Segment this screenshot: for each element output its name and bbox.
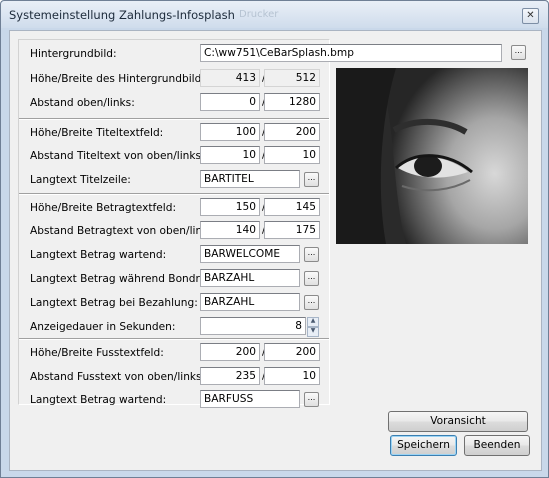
amount-width-field[interactable]: 145: [264, 198, 320, 216]
background-image-label: Hintergrundbild:: [30, 48, 117, 60]
title-offset-left-field[interactable]: 10: [264, 146, 320, 164]
duration-spinner[interactable]: ▲ ▼: [307, 317, 319, 337]
amount-size-label: Höhe/Breite Betragtextfeld:: [30, 202, 177, 214]
background-window-title: Drucker: [239, 9, 279, 20]
amount-waiting-field[interactable]: BARWELCOME: [200, 245, 300, 263]
splash-preview-image: [336, 68, 528, 244]
footer-offset-left-field[interactable]: 10: [264, 367, 320, 385]
amount-waiting-label: Langtext Betrag wartend:: [30, 249, 167, 261]
amount-height-field[interactable]: 150: [200, 198, 260, 216]
amount-offset-left-field[interactable]: 175: [264, 221, 320, 239]
window-title: Systemeinstellung Zahlungs-Infosplash: [9, 8, 235, 22]
title-offset-top-field[interactable]: 10: [200, 146, 260, 164]
amount-paying-browse-button[interactable]: ...: [304, 295, 319, 310]
title-offset-label: Abstand Titeltext von oben/links:: [30, 150, 205, 162]
background-image-browse-button[interactable]: ...: [511, 45, 526, 60]
footer-height-field[interactable]: 200: [200, 343, 260, 361]
display-duration-label: Anzeigedauer in Sekunden:: [30, 321, 176, 333]
close-button[interactable]: Beenden: [464, 435, 530, 456]
dialog-window: Systemeinstellung Zahlungs-Infosplash Dr…: [0, 0, 549, 478]
footer-size-label: Höhe/Breite Fusstextfeld:: [30, 347, 164, 359]
amount-paying-field[interactable]: BARZAHL: [200, 293, 300, 311]
face-photo-icon: [336, 68, 528, 244]
title-width-field[interactable]: 200: [264, 123, 320, 141]
amount-printing-browse-button[interactable]: ...: [304, 271, 319, 286]
amount-printing-field[interactable]: BARZAHL: [200, 269, 300, 287]
close-icon[interactable]: ✕: [522, 8, 539, 24]
spinner-down-icon[interactable]: ▼: [307, 327, 319, 337]
section-divider: [19, 118, 329, 120]
bg-offset-label: Abstand oben/links:: [30, 97, 135, 109]
section-divider: [19, 193, 329, 195]
title-longtext-browse-button[interactable]: ...: [304, 172, 319, 187]
background-image-path-field[interactable]: C:\ww751\CeBarSplash.bmp: [200, 44, 502, 62]
footer-offset-top-field[interactable]: 235: [200, 367, 260, 385]
title-height-field[interactable]: 100: [200, 123, 260, 141]
title-longtext-label: Langtext Titelzeile:: [30, 174, 131, 186]
bg-offset-top-field[interactable]: 0: [200, 93, 260, 111]
amount-offset-top-field[interactable]: 140: [200, 221, 260, 239]
bg-size-label: Höhe/Breite des Hintergrundbildes:: [30, 73, 217, 85]
title-longtext-field[interactable]: BARTITEL: [200, 170, 300, 188]
bg-offset-left-field[interactable]: 1280: [264, 93, 320, 111]
display-duration-field[interactable]: 8: [200, 317, 306, 335]
footer-waiting-label: Langtext Betrag wartend:: [30, 394, 167, 406]
amount-printing-label: Langtext Betrag während Bondruck:: [30, 273, 223, 285]
footer-offset-label: Abstand Fusstext von oben/links:: [30, 371, 206, 383]
footer-waiting-browse-button[interactable]: ...: [304, 392, 319, 407]
preview-button[interactable]: Voransicht: [388, 411, 528, 432]
footer-width-field[interactable]: 200: [264, 343, 320, 361]
title-size-label: Höhe/Breite Titeltextfeld:: [30, 127, 164, 139]
amount-offset-label: Abstand Betragtext von oben/links:: [30, 225, 218, 237]
amount-paying-label: Langtext Betrag bei Bezahlung:: [30, 297, 198, 309]
title-bar: Systemeinstellung Zahlungs-Infosplash Dr…: [1, 1, 548, 28]
bg-width-field: 512: [264, 69, 320, 87]
settings-panel: Hintergrundbild: C:\ww751\CeBarSplash.bm…: [18, 39, 502, 408]
footer-waiting-field[interactable]: BARFUSS: [200, 390, 300, 408]
bg-height-field: 413: [200, 69, 260, 87]
amount-waiting-browse-button[interactable]: ...: [304, 247, 319, 262]
section-divider: [19, 338, 329, 340]
spinner-up-icon[interactable]: ▲: [307, 317, 319, 327]
dialog-client-area: Hintergrundbild: C:\ww751\CeBarSplash.bm…: [9, 30, 542, 471]
save-button[interactable]: Speichern: [390, 435, 457, 456]
